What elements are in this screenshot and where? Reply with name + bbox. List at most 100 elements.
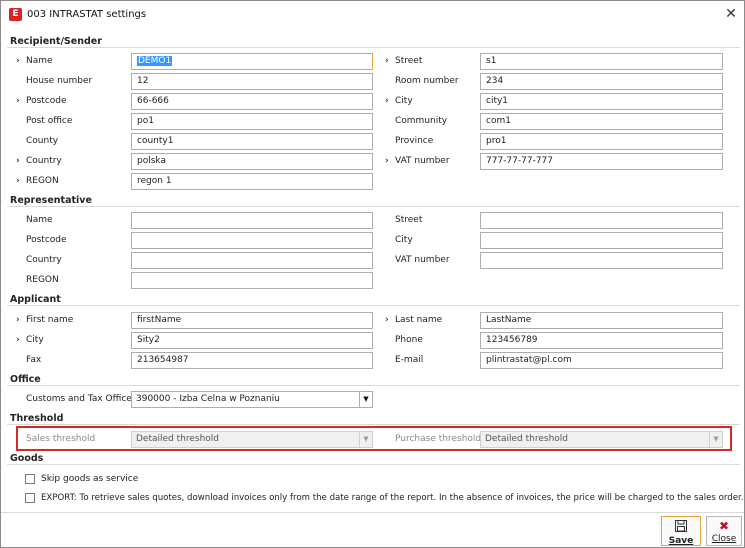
chevron-right-icon[interactable]: › bbox=[16, 56, 20, 66]
settings-window: E 003 INTRASTAT settings ✕ Recipient/Sen… bbox=[0, 0, 745, 548]
applicant-fax-label: Fax bbox=[26, 355, 42, 365]
recipient-street-input[interactable]: s1 bbox=[480, 53, 723, 70]
rep-regon-label: REGON bbox=[26, 275, 59, 285]
floppy-disk-icon bbox=[662, 520, 700, 534]
customs-office-label: Customs and Tax Office bbox=[26, 394, 132, 404]
recipient-postoffice-input[interactable]: po1 bbox=[131, 113, 373, 130]
applicant-phone-label: Phone bbox=[395, 335, 423, 345]
sales-threshold-value: Detailed threshold bbox=[136, 434, 220, 444]
applicant-city-input[interactable]: Sity2 bbox=[131, 332, 373, 349]
rep-postcode-label: Postcode bbox=[26, 235, 67, 245]
applicant-firstname-input[interactable]: firstName bbox=[131, 312, 373, 329]
save-button[interactable]: Save bbox=[661, 516, 701, 546]
chevron-down-icon[interactable]: ▼ bbox=[709, 432, 722, 447]
rep-postcode-input[interactable] bbox=[131, 232, 373, 249]
save-button-label: Save bbox=[668, 536, 694, 546]
section-representative: Representative bbox=[10, 195, 92, 206]
chevron-right-icon[interactable]: › bbox=[16, 315, 20, 325]
section-office: Office bbox=[10, 374, 41, 385]
recipient-name-input[interactable]: DEMO1 bbox=[131, 53, 373, 70]
sales-threshold-label: Sales threshold bbox=[26, 434, 96, 444]
applicant-phone-input[interactable]: 123456789 bbox=[480, 332, 723, 349]
applicant-firstname-label: First name bbox=[26, 315, 74, 325]
skip-goods-checkbox[interactable] bbox=[25, 474, 35, 484]
recipient-house-label: House number bbox=[26, 76, 93, 86]
chevron-right-icon[interactable]: › bbox=[16, 176, 20, 186]
export-label: EXPORT: To retrieve sales quotes, downlo… bbox=[41, 493, 744, 503]
recipient-room-label: Room number bbox=[395, 76, 459, 86]
rep-vat-label: VAT number bbox=[395, 255, 450, 265]
section-divider bbox=[7, 206, 740, 207]
customs-office-select[interactable]: 390000 - Izba Celna w Poznaniu ▼ bbox=[131, 391, 373, 408]
recipient-regon-input[interactable]: regon 1 bbox=[131, 173, 373, 190]
close-button-label: Close bbox=[711, 534, 737, 544]
recipient-city-input[interactable]: city1 bbox=[480, 93, 723, 110]
recipient-community-input[interactable]: com1 bbox=[480, 113, 723, 130]
chevron-right-icon[interactable]: › bbox=[385, 156, 389, 166]
recipient-community-label: Community bbox=[395, 116, 448, 126]
applicant-lastname-input[interactable]: LastName bbox=[480, 312, 723, 329]
sales-threshold-select[interactable]: Detailed threshold ▼ bbox=[131, 431, 373, 448]
chevron-right-icon[interactable]: › bbox=[385, 56, 389, 66]
section-divider bbox=[7, 305, 740, 306]
chevron-right-icon[interactable]: › bbox=[385, 315, 389, 325]
purchase-threshold-value: Detailed threshold bbox=[485, 434, 569, 444]
applicant-fax-input[interactable]: 213654987 bbox=[131, 352, 373, 369]
applicant-lastname-label: Last name bbox=[395, 315, 443, 325]
recipient-province-label: Province bbox=[395, 136, 434, 146]
rep-street-input[interactable] bbox=[480, 212, 723, 229]
rep-name-input[interactable] bbox=[131, 212, 373, 229]
red-x-icon: ✖ bbox=[718, 519, 730, 533]
applicant-email-input[interactable]: plintrastat@pl.com bbox=[480, 352, 723, 369]
section-divider bbox=[7, 385, 740, 386]
section-threshold: Threshold bbox=[10, 413, 64, 424]
chevron-right-icon[interactable]: › bbox=[16, 96, 20, 106]
recipient-county-label: County bbox=[26, 136, 59, 146]
footer-divider bbox=[1, 512, 744, 513]
recipient-county-input[interactable]: county1 bbox=[131, 133, 373, 150]
recipient-city-label: City bbox=[395, 96, 413, 106]
skip-goods-label: Skip goods as service bbox=[41, 474, 139, 484]
chevron-down-icon[interactable]: ▼ bbox=[359, 392, 372, 407]
window-title: 003 INTRASTAT settings bbox=[27, 9, 147, 20]
customs-office-value: 390000 - Izba Celna w Poznaniu bbox=[136, 394, 280, 404]
section-divider bbox=[7, 424, 740, 425]
recipient-street-label: Street bbox=[395, 56, 423, 66]
chevron-right-icon[interactable]: › bbox=[16, 156, 20, 166]
rep-street-label: Street bbox=[395, 215, 423, 225]
applicant-city-label: City bbox=[26, 335, 44, 345]
purchase-threshold-select[interactable]: Detailed threshold ▼ bbox=[480, 431, 723, 448]
rep-city-input[interactable] bbox=[480, 232, 723, 249]
section-divider bbox=[7, 464, 740, 465]
section-divider bbox=[7, 47, 740, 48]
section-goods: Goods bbox=[10, 453, 44, 464]
purchase-threshold-label: Purchase threshold bbox=[395, 434, 482, 444]
rep-regon-input[interactable] bbox=[131, 272, 373, 289]
applicant-email-label: E-mail bbox=[395, 355, 424, 365]
chevron-right-icon[interactable]: › bbox=[385, 96, 389, 106]
recipient-country-input[interactable]: polska bbox=[131, 153, 373, 170]
rep-country-input[interactable] bbox=[131, 252, 373, 269]
recipient-postoffice-label: Post office bbox=[26, 116, 73, 126]
recipient-vat-input[interactable]: 777-77-77-777 bbox=[480, 153, 723, 170]
rep-city-label: City bbox=[395, 235, 413, 245]
chevron-right-icon[interactable]: › bbox=[16, 335, 20, 345]
recipient-postcode-label: Postcode bbox=[26, 96, 67, 106]
rep-country-label: Country bbox=[26, 255, 62, 265]
close-icon[interactable]: ✕ bbox=[723, 6, 739, 22]
close-button[interactable]: ✖ Close bbox=[706, 516, 742, 546]
recipient-province-input[interactable]: pro1 bbox=[480, 133, 723, 150]
export-checkbox[interactable] bbox=[25, 493, 35, 503]
app-logo-icon: E bbox=[9, 8, 22, 21]
recipient-room-input[interactable]: 234 bbox=[480, 73, 723, 90]
recipient-house-input[interactable]: 12 bbox=[131, 73, 373, 90]
title-bar: E 003 INTRASTAT settings ✕ bbox=[1, 1, 744, 29]
rep-vat-input[interactable] bbox=[480, 252, 723, 269]
recipient-vat-label: VAT number bbox=[395, 156, 450, 166]
recipient-name-label: Name bbox=[26, 56, 53, 66]
chevron-down-icon[interactable]: ▼ bbox=[359, 432, 372, 447]
recipient-regon-label: REGON bbox=[26, 176, 59, 186]
section-recipient: Recipient/Sender bbox=[10, 36, 102, 47]
recipient-country-label: Country bbox=[26, 156, 62, 166]
recipient-postcode-input[interactable]: 66-666 bbox=[131, 93, 373, 110]
